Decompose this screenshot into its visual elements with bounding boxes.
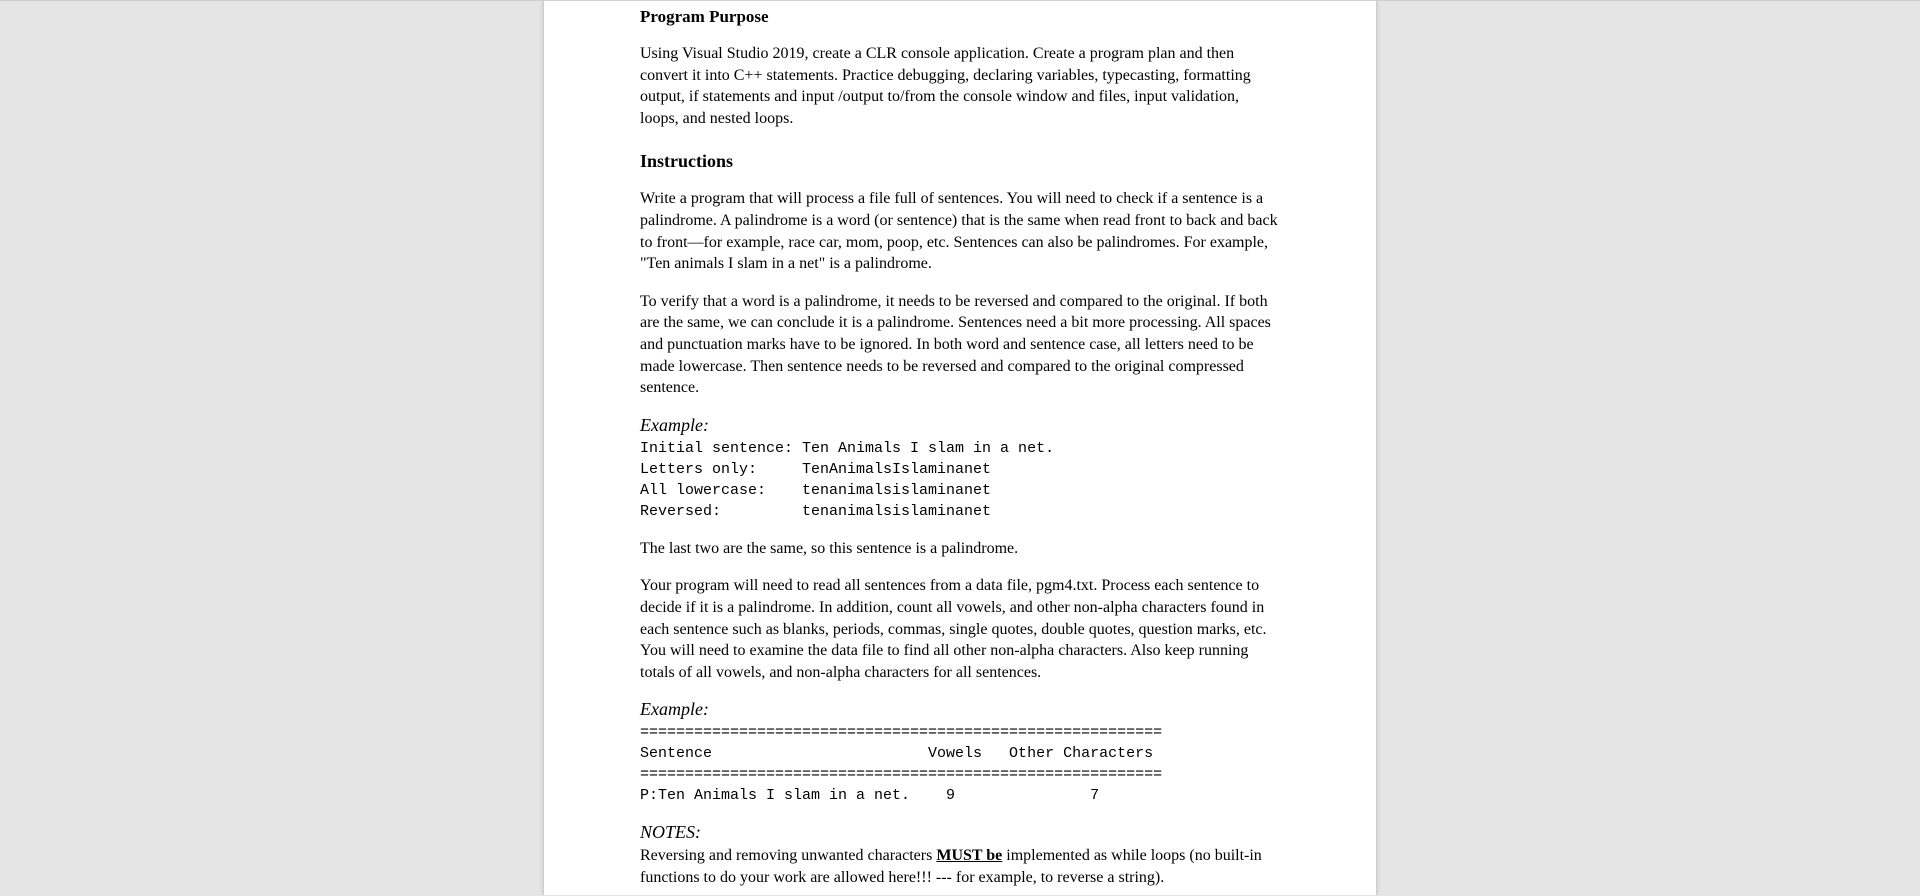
paragraph-instructions-3: The last two are the same, so this sente… [640, 538, 1280, 560]
heading-program-purpose: Program Purpose [640, 1, 1280, 27]
paragraph-instructions-1: Write a program that will process a file… [640, 188, 1280, 274]
paragraph-instructions-4: Your program will need to read all sente… [640, 575, 1280, 683]
document-viewport[interactable]: Program Purpose Using Visual Studio 2019… [0, 0, 1920, 895]
label-example-2: Example: [640, 699, 1280, 720]
notes-must-be: MUST be [936, 847, 1002, 864]
label-example-1: Example: [640, 415, 1280, 436]
code-example-2: ========================================… [640, 722, 1280, 806]
paragraph-instructions-2: To verify that a word is a palindrome, i… [640, 291, 1280, 399]
paragraph-purpose: Using Visual Studio 2019, create a CLR c… [640, 43, 1280, 129]
label-notes: NOTES: [640, 822, 1280, 843]
paragraph-notes-1: Reversing and removing unwanted characte… [640, 845, 1280, 888]
notes-text-before: Reversing and removing unwanted characte… [640, 847, 936, 864]
heading-instructions: Instructions [640, 151, 1280, 172]
document-page: Program Purpose Using Visual Studio 2019… [544, 1, 1376, 895]
code-example-1: Initial sentence: Ten Animals I slam in … [640, 438, 1280, 522]
